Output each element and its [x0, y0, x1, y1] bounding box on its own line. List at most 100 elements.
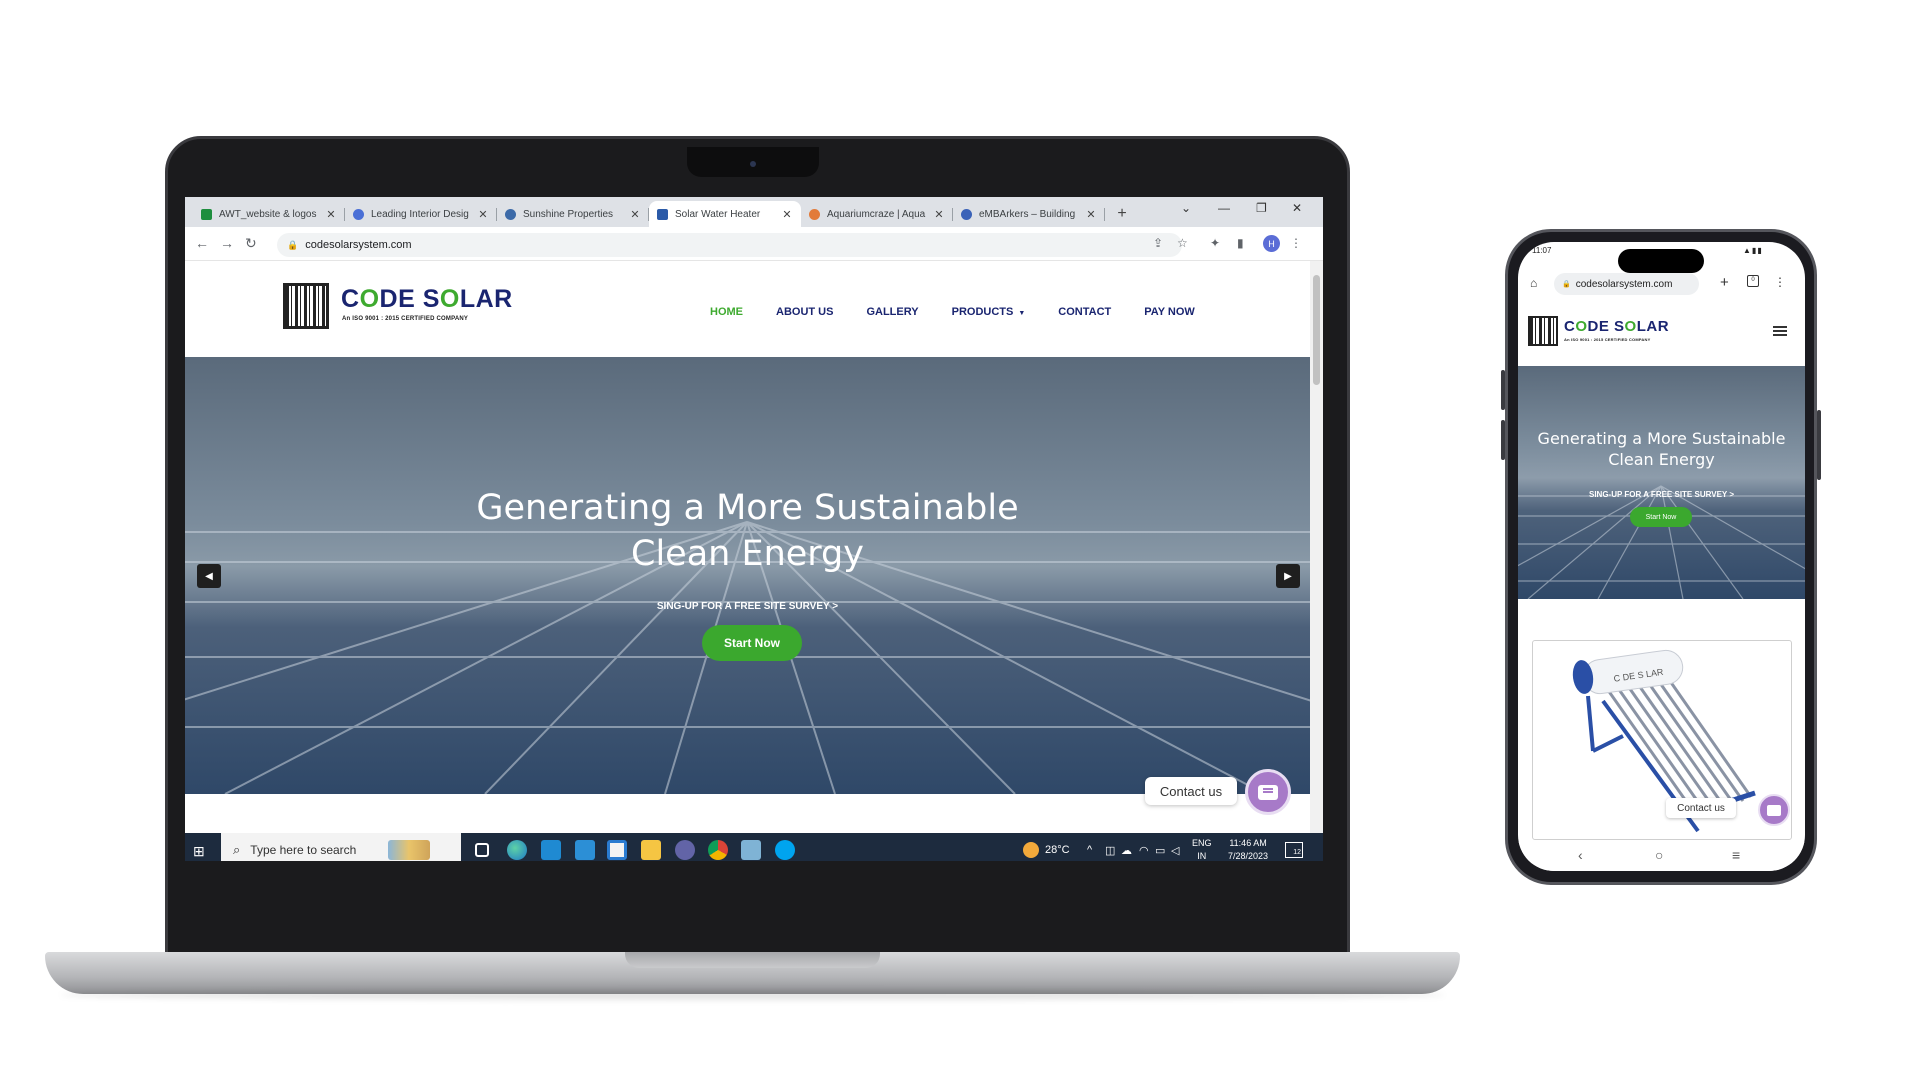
android-nav-bar: ‹ ○ ≡ — [1518, 842, 1805, 871]
browser-tab[interactable]: Leading Interior Desig ✕ — [345, 201, 497, 227]
phone-hero: Generating a More Sustainable Clean Ener… — [1518, 366, 1805, 599]
notes-icon[interactable] — [741, 840, 761, 860]
minimize-button[interactable]: — — [1218, 201, 1230, 215]
file-explorer-icon[interactable] — [641, 840, 661, 860]
site-favicon-icon — [961, 208, 972, 220]
android-home-button[interactable]: ○ — [1655, 847, 1663, 863]
search-highlight-icon — [388, 840, 431, 860]
tab-switcher-icon[interactable]: 0 — [1747, 275, 1759, 287]
new-tab-button[interactable]: + — [1111, 203, 1133, 225]
site-favicon-icon — [353, 208, 364, 220]
back-button[interactable]: ← — [195, 235, 209, 251]
battery-icon[interactable]: ▭ — [1155, 833, 1165, 861]
weather-icon[interactable] — [1023, 842, 1039, 858]
hero-title: Generating a More Sustainable Clean Ener… — [1537, 429, 1786, 469]
onedrive-icon[interactable]: ☁ — [1121, 833, 1132, 861]
window-close-button[interactable]: ✕ — [1292, 201, 1302, 215]
nav-pay-now[interactable]: PAY NOW — [1144, 306, 1195, 318]
browser-tab[interactable]: Sunshine Properties ✕ — [497, 201, 649, 227]
teams-icon[interactable] — [675, 840, 695, 860]
start-now-button[interactable]: Start Now — [1630, 507, 1692, 527]
close-icon[interactable]: ✕ — [325, 208, 337, 221]
nav-home[interactable]: HOME — [710, 306, 743, 318]
meet-icon[interactable]: ◫ — [1105, 833, 1115, 861]
language-indicator[interactable]: ENG IN — [1192, 837, 1212, 861]
browser-toolbar: ← → ↻ 🔒 codesolarsystem.com ⇪ ☆ ✦ ▮ H ⋮ — [185, 227, 1323, 261]
side-panel-icon[interactable]: ▮ — [1237, 236, 1244, 250]
home-icon[interactable]: ⌂ — [1530, 276, 1537, 290]
store-icon[interactable] — [607, 840, 627, 860]
close-icon[interactable]: ✕ — [933, 208, 945, 221]
chrome-icon[interactable] — [708, 840, 728, 860]
qr-code-logo — [283, 283, 329, 329]
caret-down-icon: ▼ — [1018, 310, 1026, 317]
menu-icon[interactable]: ⋮ — [1774, 275, 1786, 289]
dynamic-island — [1618, 249, 1704, 273]
hero-survey-link[interactable]: SING-UP FOR A FREE SITE SURVEY > — [1518, 490, 1805, 499]
laptop-hinge-groove — [625, 952, 880, 968]
wifi-icon[interactable]: ◠ — [1139, 833, 1149, 861]
restore-button[interactable]: ❐ — [1256, 201, 1267, 215]
vscode-icon[interactable] — [541, 840, 561, 860]
brand-logo[interactable]: CODE SOLAR — [341, 285, 513, 314]
browser-tab[interactable]: Aquariumcraze | Aqua ✕ — [801, 201, 953, 227]
hero-survey-link[interactable]: SING-UP FOR A FREE SITE SURVEY > — [185, 601, 1310, 612]
close-icon[interactable]: ✕ — [629, 208, 641, 221]
address-bar[interactable]: 🔒 codesolarsystem.com — [277, 233, 1182, 257]
notification-center-icon[interactable]: 12 — [1285, 842, 1303, 858]
chat-icon — [1258, 784, 1278, 800]
status-icons: ▲▮▮ — [1743, 246, 1763, 255]
browser-tab[interactable]: eMBArkers – Building ✕ — [953, 201, 1105, 227]
taskbar-clock[interactable]: 11:46 AM 7/28/2023 — [1228, 837, 1268, 861]
product-card[interactable]: C DE S LAR — [1532, 640, 1792, 840]
android-recents-button[interactable]: ≡ — [1732, 847, 1740, 863]
hamburger-menu-icon[interactable] — [1773, 326, 1787, 336]
nav-products[interactable]: PRODUCTS ▼ — [952, 306, 1026, 318]
scrollbar-thumb[interactable] — [1313, 275, 1320, 385]
taskbar-search[interactable]: ⌕ Type here to search — [221, 833, 461, 861]
weather-temp[interactable]: 28°C — [1045, 833, 1070, 861]
lock-icon: 🔒 — [1562, 281, 1571, 288]
tray-chevron-icon[interactable]: ^ — [1087, 833, 1092, 861]
contact-us-label[interactable]: Contact us — [1145, 777, 1237, 805]
slider-prev-button[interactable]: ◀ — [197, 564, 221, 588]
phone-screen: 11:07 ▲▮▮ ⌂ 🔒 codesolarsystem.com + 0 ⋮ … — [1518, 242, 1805, 871]
windows-start-icon[interactable]: ⊞ — [193, 843, 205, 860]
solar-favicon-icon — [657, 208, 668, 220]
brand-logo[interactable]: CODE SOLAR — [1564, 318, 1669, 335]
nav-gallery[interactable]: GALLERY — [866, 306, 918, 318]
chat-widget-button[interactable] — [1758, 794, 1790, 826]
solar-panel-background — [1518, 485, 1805, 599]
volume-icon[interactable]: ◁ — [1171, 833, 1179, 861]
tab-search-button[interactable]: ⌄ — [1181, 201, 1191, 215]
browser-tab[interactable]: AWT_website & logos ✕ — [193, 201, 345, 227]
mail-icon[interactable] — [575, 840, 595, 860]
reload-button[interactable]: ↻ — [245, 235, 257, 252]
contact-us-label[interactable]: Contact us — [1666, 798, 1736, 818]
skype-icon[interactable] — [775, 840, 795, 860]
share-icon[interactable]: ⇪ — [1153, 236, 1163, 250]
bookmark-star-icon[interactable]: ☆ — [1177, 236, 1188, 250]
extensions-icon[interactable]: ✦ — [1210, 236, 1220, 250]
profile-avatar[interactable]: H — [1263, 235, 1280, 252]
slider-next-button[interactable]: ▶ — [1276, 564, 1300, 588]
android-back-button[interactable]: ‹ — [1578, 847, 1583, 863]
edge-icon[interactable] — [507, 840, 527, 860]
new-tab-icon[interactable]: + — [1720, 274, 1729, 291]
solar-water-heater-image: C DE S LAR — [1572, 649, 1756, 833]
start-now-button[interactable]: Start Now — [702, 625, 802, 661]
close-icon[interactable]: ✕ — [781, 208, 793, 221]
nav-contact[interactable]: CONTACT — [1058, 306, 1111, 318]
brand-tagline: An ISO 9001 : 2015 CERTIFIED COMPANY — [1564, 337, 1651, 342]
url-text: codesolarsystem.com — [1575, 278, 1673, 290]
close-icon[interactable]: ✕ — [477, 208, 489, 221]
forward-button[interactable]: → — [220, 235, 234, 251]
chat-widget-button[interactable] — [1245, 769, 1291, 815]
task-view-icon[interactable] — [475, 843, 489, 857]
browser-menu-icon[interactable]: ⋮ — [1290, 236, 1302, 250]
browser-tab-active[interactable]: Solar Water Heater ✕ — [649, 201, 801, 227]
phone-address-bar[interactable]: 🔒 codesolarsystem.com — [1554, 273, 1699, 295]
nav-about-us[interactable]: ABOUT US — [776, 306, 833, 318]
close-icon[interactable]: ✕ — [1085, 208, 1097, 221]
lock-icon: 🔒 — [287, 239, 299, 250]
